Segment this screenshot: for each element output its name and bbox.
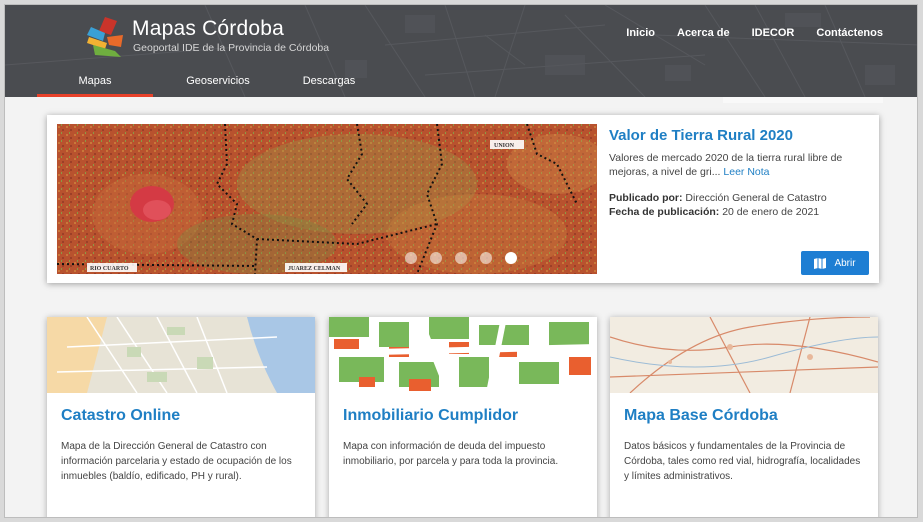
- carousel-dot-active[interactable]: [505, 252, 517, 264]
- card-title[interactable]: Catastro Online: [61, 407, 180, 425]
- carousel-indicators: [405, 252, 517, 264]
- publish-date-label: Fecha de publicación:: [609, 206, 720, 218]
- card-thumbnail: [329, 317, 597, 393]
- featured-map-carousel: UNION RIO CUARTO JUAREZ CELMAN Valor de …: [47, 115, 879, 283]
- card-title[interactable]: Mapa Base Córdoba: [624, 407, 778, 425]
- published-by-value: Dirección General de Catastro: [685, 192, 827, 204]
- featured-description: Valores de mercado 2020 de la tierra rur…: [609, 151, 859, 179]
- app-window: Mapas Córdoba Geoportal IDE de la Provin…: [4, 4, 918, 518]
- card-description: Mapa de la Dirección General de Catastro…: [61, 441, 292, 482]
- catastro-thumbnail-map: [47, 317, 315, 393]
- carousel-dot[interactable]: [405, 252, 417, 264]
- nav-link-contactenos[interactable]: Contáctenos: [816, 27, 883, 39]
- tab-mapas[interactable]: Mapas: [37, 75, 153, 97]
- map-card-inmobiliario[interactable]: Inmobiliario Cumplidor Mapa con informac…: [329, 317, 597, 517]
- featured-map-image[interactable]: UNION RIO CUARTO JUAREZ CELMAN: [57, 124, 597, 274]
- nav-link-acerca-de[interactable]: Acerca de: [677, 27, 730, 39]
- base-map-thumbnail: [610, 317, 878, 393]
- carousel-dot[interactable]: [455, 252, 467, 264]
- site-header: Mapas Córdoba Geoportal IDE de la Provin…: [5, 5, 917, 97]
- header-notch: [723, 97, 883, 103]
- featured-title[interactable]: Valor de Tierra Rural 2020: [609, 127, 793, 144]
- carousel-dot[interactable]: [480, 252, 492, 264]
- card-thumbnail: [610, 317, 878, 393]
- top-navigation: Inicio Acerca de IDECOR Contáctenos: [626, 27, 883, 39]
- map-label-union: UNION: [494, 143, 515, 149]
- publish-date-value: 20 de enero de 2021: [722, 206, 820, 218]
- map-label-rio-cuarto: RIO CUARTO: [90, 266, 129, 272]
- tab-descargas[interactable]: Descargas: [283, 75, 375, 97]
- inmobiliario-thumbnail-map: [329, 317, 597, 393]
- brand-subtitle: Geoportal IDE de la Provincia de Córdoba: [133, 42, 330, 54]
- map-card-catastro[interactable]: Catastro Online Mapa de la Dirección Gen…: [47, 317, 315, 517]
- mapas-cordoba-logo-icon: [87, 17, 123, 57]
- card-description: Datos básicos y fundamentales de la Prov…: [624, 441, 861, 482]
- tab-geoservicios[interactable]: Geoservicios: [153, 75, 283, 97]
- map-card-base-cordoba[interactable]: Mapa Base Córdoba Datos básicos y fundam…: [610, 317, 878, 517]
- card-title[interactable]: Inmobiliario Cumplidor: [343, 407, 518, 425]
- section-tabs: Mapas Geoservicios Descargas: [37, 75, 375, 97]
- open-map-button[interactable]: Abrir: [801, 251, 869, 275]
- featured-meta: Publicado por: Dirección General de Cata…: [609, 191, 827, 219]
- nav-link-inicio[interactable]: Inicio: [626, 27, 655, 39]
- card-description: Mapa con información de deuda del impues…: [343, 441, 559, 467]
- map-icon: [814, 257, 827, 269]
- card-thumbnail: [47, 317, 315, 393]
- published-by-label: Publicado por:: [609, 192, 683, 204]
- read-more-link[interactable]: Leer Nota: [723, 166, 769, 178]
- carousel-dot[interactable]: [430, 252, 442, 264]
- nav-link-idecor[interactable]: IDECOR: [752, 27, 795, 39]
- open-button-label: Abrir: [834, 257, 856, 269]
- brand-title[interactable]: Mapas Córdoba: [132, 17, 284, 41]
- map-label-juarez-celman: JUAREZ CELMAN: [288, 266, 341, 272]
